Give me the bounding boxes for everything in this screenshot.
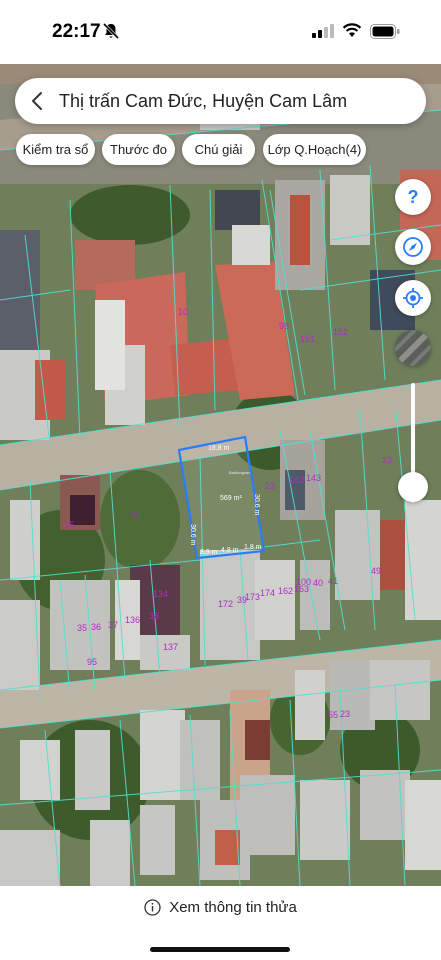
plot-number: 49 [371, 566, 381, 576]
map-layer-icon [395, 330, 431, 366]
plot-number: 96 [279, 321, 289, 331]
plot-number: 134 [153, 589, 168, 599]
plot-number: 172 [218, 599, 233, 609]
plot-number: 23 [265, 481, 275, 491]
legend-chip[interactable]: Chú giải [182, 134, 255, 165]
plot-number: 24 [131, 510, 141, 520]
plot-number: 142 [289, 475, 304, 485]
plot-number: 95 [87, 657, 97, 667]
home-indicator [150, 947, 290, 952]
dim-top: 18.8 m [208, 445, 230, 452]
back-button[interactable] [15, 78, 59, 124]
view-parcel-info-label: Xem thông tin thửa [169, 898, 297, 916]
compass-button[interactable] [395, 229, 431, 265]
plot-number: 163 [294, 584, 309, 594]
opacity-slider-handle[interactable] [398, 472, 428, 502]
location-search-bar[interactable]: Thị trấn Cam Đức, Huyện Cam Lâm [15, 78, 426, 124]
map-layer-button[interactable] [395, 330, 431, 366]
chevron-left-icon [32, 92, 42, 110]
map-canvas[interactable]: 18.8 m 569 m² Batdongsan 30.6 m 30.6 m 8… [0, 64, 441, 886]
plot-number: 173 [245, 592, 260, 602]
satellite-map[interactable]: 18.8 m 569 m² Batdongsan 30.6 m 30.6 m 8… [0, 64, 441, 886]
dim-bottom-1: 8.9 m [200, 549, 218, 556]
wifi-icon [342, 23, 362, 37]
view-parcel-info-button[interactable]: Xem thông tin thửa [0, 894, 441, 920]
plot-number: 10 [178, 307, 188, 317]
plot-number: 151 [300, 334, 315, 344]
dim-right: 30.6 m [253, 494, 260, 516]
plot-number: 36 [91, 622, 101, 632]
svg-text:?: ? [408, 187, 419, 207]
plot-number: 25 [64, 520, 74, 530]
plot-number: 55 [328, 710, 338, 720]
plot-number: 40 [313, 578, 323, 588]
cellular-signal-icon [312, 24, 334, 38]
dim-bottom-3: 1.8 m [244, 544, 262, 551]
bell-slash-icon [102, 22, 120, 40]
check-certificate-chip[interactable]: Kiểm tra sổ [16, 134, 95, 165]
plot-number: 152 [333, 327, 348, 337]
locate-icon [403, 288, 423, 308]
plot-number: 23 [382, 455, 392, 465]
help-icon: ? [408, 187, 419, 207]
plot-number: 136 [125, 615, 140, 625]
plot-number: 38 [149, 611, 159, 621]
locate-button[interactable] [395, 280, 431, 316]
compass-icon [403, 237, 423, 257]
parcel-area-label: 569 m² [220, 495, 242, 502]
planning-layer-chip[interactable]: Lớp Q.Hoạch(4) [263, 134, 366, 165]
measure-chip[interactable]: Thước đo [102, 134, 175, 165]
battery-icon [370, 24, 400, 39]
dim-left: 30.6 m [189, 524, 196, 546]
bottom-bar: Xem thông tin thửa [0, 886, 441, 960]
plot-number: 35 [77, 623, 87, 633]
plot-number: 143 [306, 473, 321, 483]
info-circle-icon [144, 898, 161, 916]
watermark-label: Batdongsan [229, 470, 250, 475]
plot-number: 137 [163, 642, 178, 652]
plot-number: 174 [260, 588, 275, 598]
help-button[interactable]: ? [395, 179, 431, 215]
plot-number: 162 [278, 586, 293, 596]
plot-number: 41 [328, 576, 338, 586]
status-time: 22:17 [52, 21, 101, 42]
dim-bottom-2: 4.8 m [221, 547, 239, 554]
plot-number: 23 [340, 709, 350, 719]
status-bar: 22:17 [0, 0, 441, 64]
plot-number: 37 [108, 620, 118, 630]
location-title: Thị trấn Cam Đức, Huyện Cam Lâm [59, 90, 348, 111]
